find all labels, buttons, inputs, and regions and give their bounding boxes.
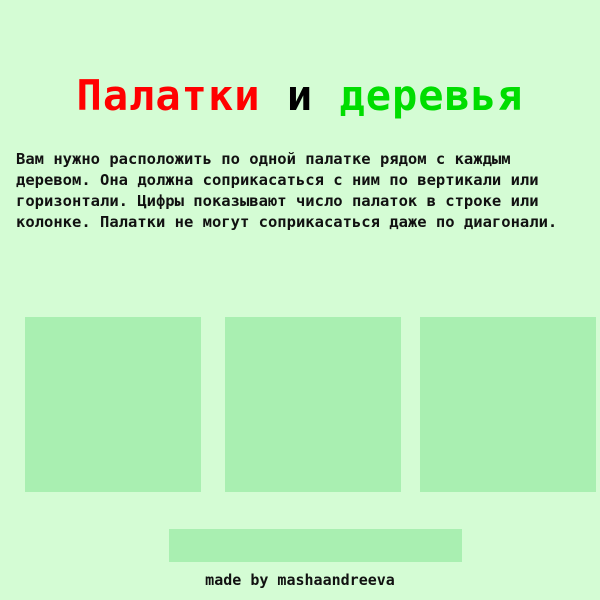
title-word-tents: Палатки bbox=[76, 71, 261, 120]
title-word-trees: деревья bbox=[339, 71, 524, 120]
level-tile-3[interactable] bbox=[420, 317, 596, 492]
game-instructions: Вам нужно расположить по одной палатке р… bbox=[16, 150, 558, 231]
author-credit: made by mashaandreeva bbox=[205, 571, 395, 589]
game-title: Палатки и деревья bbox=[0, 68, 600, 124]
title-word-and: и bbox=[286, 71, 314, 120]
level-tile-1[interactable] bbox=[25, 317, 201, 492]
bottom-button[interactable] bbox=[169, 529, 462, 562]
level-tile-2[interactable] bbox=[225, 317, 401, 492]
